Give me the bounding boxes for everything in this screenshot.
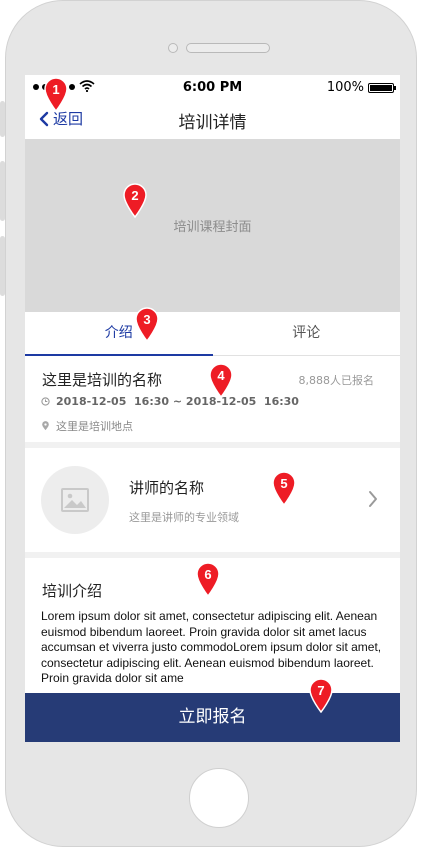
annotation-number: 5 — [280, 476, 287, 491]
training-location-row: 这里是培训地点 — [41, 418, 133, 434]
app-screen: 6:00 PM 100% 返回 培训详情 培训课程封面 介绍 评论 这里是培训的… — [25, 75, 400, 742]
signup-now-button[interactable]: 立即报名 — [25, 693, 400, 742]
volume-up-button — [0, 161, 5, 221]
annotation-marker: 6 — [195, 561, 221, 598]
training-name: 这里是培训的名称 — [42, 371, 163, 389]
tab-comments[interactable]: 评论 — [213, 312, 401, 355]
annotation-number: 7 — [317, 683, 324, 698]
annotation-marker: 4 — [208, 362, 234, 399]
clock-icon — [41, 397, 50, 406]
tab-intro[interactable]: 介绍 — [25, 312, 213, 356]
annotation-number: 1 — [52, 82, 59, 97]
intro-title: 培训介绍 — [42, 582, 103, 600]
map-pin-icon — [42, 421, 49, 431]
battery-icon — [368, 82, 396, 93]
training-cover-image: 培训课程封面 — [25, 139, 400, 312]
home-button[interactable] — [189, 768, 249, 828]
battery-indicator: 100% — [326, 80, 396, 95]
annotation-number: 6 — [204, 567, 211, 582]
annotation-marker: 3 — [134, 306, 160, 343]
cover-placeholder-text: 培训课程封面 — [173, 220, 252, 235]
annotation-marker: 7 — [308, 677, 334, 714]
status-bar: 6:00 PM 100% — [25, 75, 400, 99]
detail-tabs: 介绍 评论 — [25, 312, 400, 356]
annotation-number: 4 — [217, 368, 225, 383]
chevron-left-icon — [39, 111, 49, 126]
annotation-marker: 1 — [43, 76, 69, 113]
annotation-marker: 5 — [271, 470, 297, 507]
signup-count: 8,888人已报名 — [298, 374, 375, 387]
training-time-row: 2018-12-05 16:30 ~ 2018-12-05 16:30 — [41, 395, 299, 408]
front-camera — [168, 43, 178, 53]
annotation-number: 2 — [131, 188, 138, 203]
training-location: 这里是培训地点 — [56, 420, 133, 433]
nav-bar: 返回 培训详情 — [25, 99, 400, 139]
battery-fill — [370, 84, 392, 91]
lecturer-name: 讲师的名称 — [129, 479, 205, 497]
training-time: 2018-12-05 16:30 ~ 2018-12-05 16:30 — [56, 395, 299, 408]
annotation-marker: 2 — [122, 182, 148, 219]
annotation-number: 3 — [143, 312, 150, 327]
mute-switch — [0, 101, 5, 137]
lecturer-card[interactable]: 讲师的名称 这里是讲师的专业领域 — [25, 448, 400, 552]
battery-percent: 100% — [326, 80, 364, 95]
volume-down-button — [0, 236, 5, 296]
chevron-right-icon — [369, 491, 377, 507]
intro-body: Lorem ipsum dolor sit amet, consectetur … — [41, 609, 382, 686]
earpiece-speaker — [186, 43, 270, 53]
lecturer-avatar — [41, 466, 109, 534]
lecturer-field: 这里是讲师的专业领域 — [129, 511, 239, 524]
image-placeholder-icon — [61, 488, 89, 512]
